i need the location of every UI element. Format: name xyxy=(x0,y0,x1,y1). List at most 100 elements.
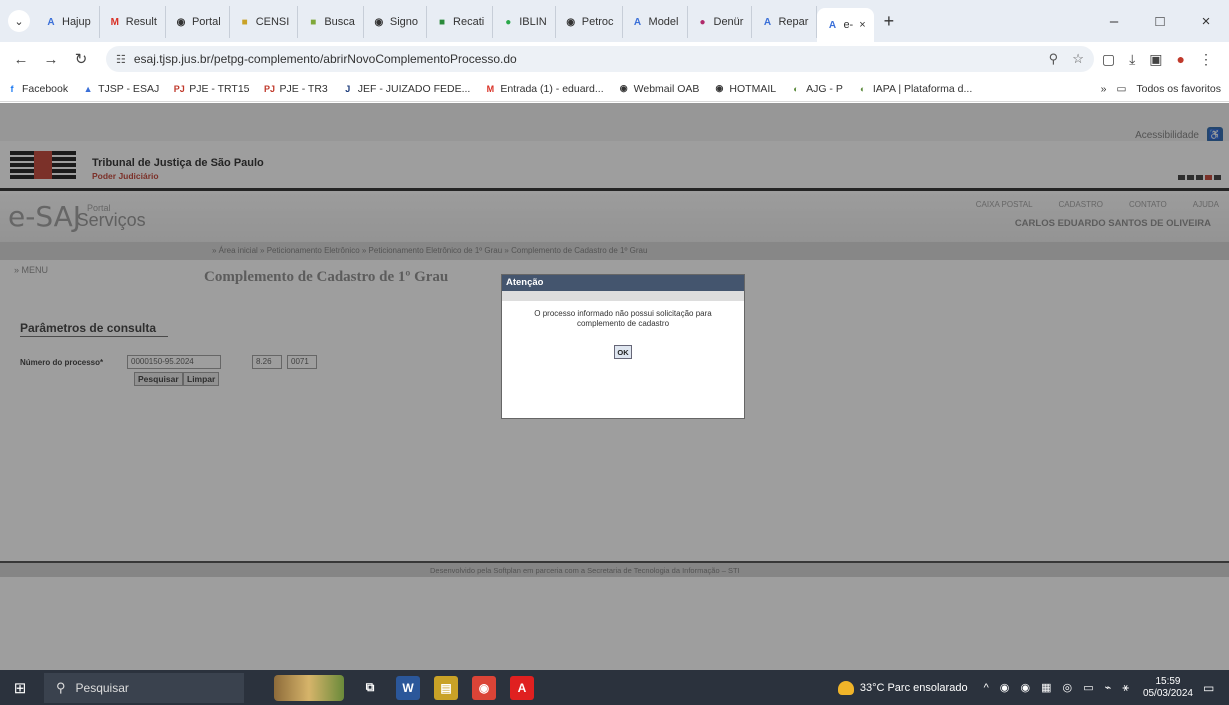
window-controls: – □ × xyxy=(1091,0,1229,42)
tab-favicon-icon: ■ xyxy=(241,16,248,28)
bookmark-item[interactable]: M Entrada (1) - eduard... xyxy=(484,82,604,95)
tab-label: IBLIN xyxy=(519,16,547,28)
bookmark-item[interactable]: f Facebook xyxy=(6,83,69,95)
bookmark-label: Webmail OAB xyxy=(633,82,700,95)
tab-8[interactable]: ◉ Petroc xyxy=(556,6,623,38)
toolbar-icons: ▢ ⤓ ▣ ● ⋮ xyxy=(1102,51,1221,68)
download-icon[interactable]: ⤓ xyxy=(1129,51,1135,68)
bookmark-favicon-icon: J xyxy=(345,83,351,94)
tab-label: Denür xyxy=(713,16,744,28)
bookmark-item[interactable]: ◐ IAPA | Plataforma d... xyxy=(857,83,972,95)
clock[interactable]: 15:59 05/03/2024 xyxy=(1143,676,1193,700)
bookmark-item[interactable]: ▲ TJSP - ESAJ xyxy=(82,82,160,95)
close-tab-icon[interactable]: × xyxy=(859,19,865,31)
tab-4[interactable]: ■ Busca xyxy=(298,6,364,38)
weather-icon[interactable] xyxy=(837,680,854,695)
tab-favicon-icon: ● xyxy=(505,16,512,28)
tab-5[interactable]: ◉ Signo xyxy=(364,6,428,38)
dialog-band xyxy=(502,291,744,301)
tab-11[interactable]: A Repar xyxy=(752,6,818,38)
extensions-icon[interactable]: ▢ xyxy=(1102,51,1115,68)
taskbar-app-icon[interactable]: ⧉ xyxy=(358,675,382,700)
start-windows-icon[interactable]: ⊞ xyxy=(0,670,40,705)
more-bookmarks-icon[interactable]: » xyxy=(1101,83,1107,95)
tab-9[interactable]: A Model xyxy=(623,6,688,38)
taskbar-search[interactable]: ⚲ Pesquisar xyxy=(44,672,244,703)
bookmark-label: Entrada (1) - eduard... xyxy=(500,82,604,95)
bookmark-label: JEF - JUIZADO FEDE... xyxy=(357,82,471,95)
bookmark-label: IAPA | Plataforma d... xyxy=(872,82,973,95)
tab-2[interactable]: ◉ Portal xyxy=(166,6,230,38)
tab-10[interactable]: ● Denür xyxy=(688,6,753,38)
url-text[interactable]: esaj.tjsp.jus.br/petpg-complemento/abrir… xyxy=(134,52,517,66)
taskbar-app-icon[interactable]: W xyxy=(396,675,420,700)
tab-favicon-icon: ◉ xyxy=(374,16,384,28)
folder-icon: ▭ xyxy=(1116,83,1127,95)
taskbar-app-icon[interactable]: ▤ xyxy=(434,675,458,700)
tab-7[interactable]: ● IBLIN xyxy=(493,6,556,38)
minimize-icon[interactable]: – xyxy=(1091,0,1137,42)
maximize-icon[interactable]: □ xyxy=(1137,0,1183,42)
time: 15:59 xyxy=(1155,675,1181,687)
tab-search-button[interactable]: ⌄ xyxy=(8,10,30,32)
tab-active[interactable]: A e- × xyxy=(817,8,874,42)
browser-tab-strip: ⌄ A Hajup M Result ◉ Portal ■ CENSI ■ Busca ◉ Signo… xyxy=(0,0,1229,42)
taskbar-app-icon[interactable]: ◉ xyxy=(472,675,496,700)
dialog-title: Atenção xyxy=(502,275,744,291)
address-row: ← → ↻ ☷ esaj.tjsp.jus.br/petpg-complemen… xyxy=(0,42,1229,76)
zoom-icon[interactable]: ⚲ xyxy=(1049,51,1059,67)
bookmark-star-icon[interactable]: ☆ xyxy=(1072,51,1084,67)
tab-0[interactable]: A Hajup xyxy=(36,6,100,38)
tab-1[interactable]: M Result xyxy=(100,6,166,38)
tab-favicon-icon: ● xyxy=(699,16,706,28)
tab-favicon-icon: ■ xyxy=(310,16,317,28)
bookmark-item[interactable]: ◉ HOTMAIL xyxy=(713,83,776,95)
bookmark-item[interactable]: J JEF - JUIZADO FEDE... xyxy=(342,82,471,95)
bookmark-favicon-icon: M xyxy=(486,83,495,94)
tab-favicon-icon: A xyxy=(763,16,772,28)
bookmark-item[interactable]: ◐ AJG - P xyxy=(790,83,842,95)
reload-icon[interactable]: ↻ xyxy=(68,46,94,72)
tab-label: Petroc xyxy=(581,16,614,28)
bookmark-label: TJSP - ESAJ xyxy=(98,82,160,95)
tab-label: Busca xyxy=(324,16,355,28)
tray-icons[interactable]: ^ ◉ ◉ ▦ ◎ ▭ ⌁ ⚹ xyxy=(984,681,1133,695)
bookmark-label: HOTMAIL xyxy=(729,82,777,95)
web-page: Acessibilidade ♿ Tribunal de Justiça de … xyxy=(0,103,1229,670)
all-bookmarks-link[interactable]: Todos os favoritos xyxy=(1136,83,1221,95)
search-icon: ⚲ xyxy=(56,679,66,695)
tab-label: Portal xyxy=(191,16,221,28)
menu-icon[interactable]: ⋮ xyxy=(1199,51,1213,68)
taskbar-app-icon[interactable]: A xyxy=(510,675,534,700)
bookmark-favicon-icon: ◐ xyxy=(860,83,866,94)
bookmark-favicon-icon: ◉ xyxy=(715,83,724,93)
site-info-icon[interactable]: ☷ xyxy=(116,53,126,66)
notifications-icon[interactable]: ▭ xyxy=(1203,681,1223,695)
tab-label: Signo xyxy=(389,16,419,28)
taskbar-search-label: Pesquisar xyxy=(75,680,129,695)
weather-text[interactable]: 33°C Parc ensolarado xyxy=(860,682,968,694)
new-tab-button[interactable]: + xyxy=(874,11,905,32)
back-arrow-icon[interactable]: ← xyxy=(8,46,34,72)
tab-label: e- xyxy=(843,19,854,31)
bookmark-item[interactable]: PJ PJE - TRT15 xyxy=(173,82,250,95)
bookmark-favicon-icon: ◉ xyxy=(619,83,628,93)
side-panel-icon[interactable]: ▣ xyxy=(1149,51,1162,68)
tab-favicon-icon: ◉ xyxy=(176,16,186,28)
tab-label: Result xyxy=(125,16,157,28)
bookmark-item[interactable]: ◉ Webmail OAB xyxy=(618,83,700,95)
ok-button[interactable]: OK xyxy=(614,345,632,359)
tab-6[interactable]: ■ Recati xyxy=(427,6,494,38)
windows-taskbar: ⊞ ⚲ Pesquisar ⧉ W ▤ ◉ A 33°C Parc ensolarado… xyxy=(0,670,1229,705)
taskbar-apps: ⧉ W ▤ ◉ A xyxy=(344,675,534,700)
address-bar[interactable]: ☷ esaj.tjsp.jus.br/petpg-complemento/abr… xyxy=(106,46,1094,72)
bookmark-item[interactable]: PJ PJE - TR3 xyxy=(264,83,328,95)
forward-arrow-icon[interactable]: → xyxy=(38,46,64,72)
bookmark-label: PJE - TRT15 xyxy=(189,82,250,95)
tab-favicon-icon: A xyxy=(633,16,642,28)
close-window-icon[interactable]: × xyxy=(1183,0,1229,42)
tab-3[interactable]: ■ CENSI xyxy=(230,6,299,38)
bookmarks-list: f Facebook ▲ TJSP - ESAJ PJ PJE - TRT15 PJ PJE … xyxy=(6,83,986,95)
profile-avatar-icon[interactable]: ● xyxy=(1177,51,1185,68)
search-highlight-image[interactable] xyxy=(274,674,344,701)
